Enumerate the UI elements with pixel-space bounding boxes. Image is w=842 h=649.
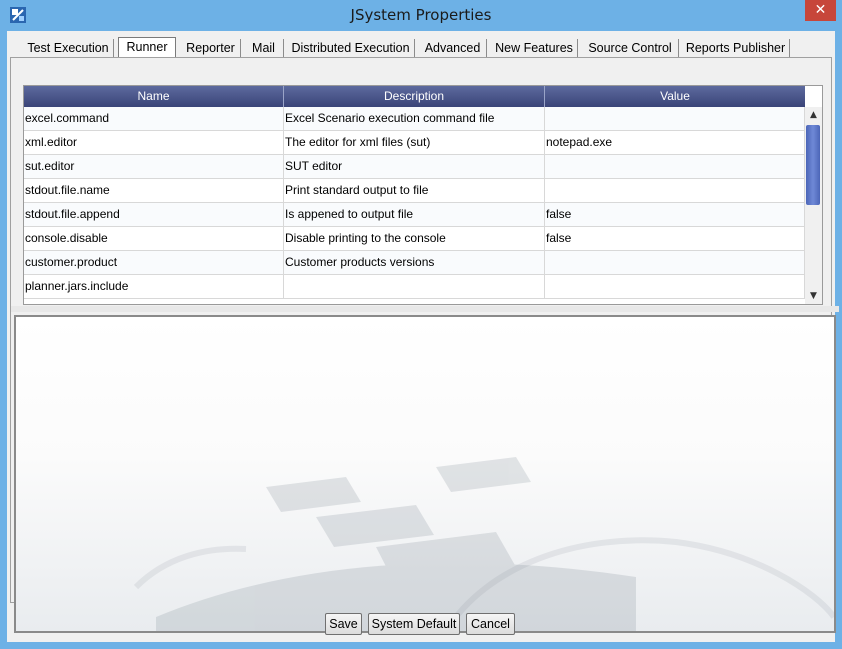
cell-name[interactable]: stdout.file.append bbox=[24, 203, 284, 226]
table-row[interactable]: console.disable Disable printing to the … bbox=[24, 227, 805, 251]
title-bar[interactable]: JSystem Properties ✕ bbox=[0, 0, 842, 31]
cell-value[interactable]: false bbox=[545, 227, 805, 250]
cell-value[interactable] bbox=[545, 107, 805, 130]
column-header-description[interactable]: Description bbox=[284, 86, 545, 107]
table-row[interactable]: planner.jars.include bbox=[24, 275, 805, 299]
client-area: Test Execution Runner Reporter Mail Dist… bbox=[7, 31, 839, 642]
cell-description[interactable]: SUT editor bbox=[284, 155, 545, 178]
table-row[interactable]: stdout.file.name Print standard output t… bbox=[24, 179, 805, 203]
properties-window: JSystem Properties ✕ Test Execution Runn… bbox=[0, 0, 842, 649]
tab-reporter[interactable]: Reporter bbox=[181, 39, 241, 57]
cell-value[interactable] bbox=[545, 251, 805, 274]
cell-description[interactable]: The editor for xml files (sut) bbox=[284, 131, 545, 154]
table-row[interactable]: sut.editor SUT editor bbox=[24, 155, 805, 179]
vertical-scrollbar[interactable]: ▲ ▼ bbox=[805, 107, 822, 304]
save-button[interactable]: Save bbox=[325, 613, 362, 635]
cell-value[interactable]: notepad.exe bbox=[545, 131, 805, 154]
tab-reports-publisher[interactable]: Reports Publisher bbox=[682, 39, 790, 57]
cell-name[interactable]: stdout.file.name bbox=[24, 179, 284, 202]
column-header-value[interactable]: Value bbox=[545, 86, 805, 107]
cell-value[interactable] bbox=[545, 179, 805, 202]
system-default-button[interactable]: System Default bbox=[368, 613, 460, 635]
properties-table: Name Description Value excel.command Exc… bbox=[23, 85, 823, 305]
cell-name[interactable]: customer.product bbox=[24, 251, 284, 274]
cell-name[interactable]: excel.command bbox=[24, 107, 284, 130]
cell-value[interactable] bbox=[545, 155, 805, 178]
table-row[interactable]: customer.product Customer products versi… bbox=[24, 251, 805, 275]
tab-new-features[interactable]: New Features bbox=[491, 39, 578, 57]
tab-source-control[interactable]: Source Control bbox=[582, 39, 679, 57]
pane-splitter[interactable] bbox=[11, 306, 839, 312]
scroll-up-icon[interactable]: ▲ bbox=[805, 107, 822, 123]
tab-mail[interactable]: Mail bbox=[244, 39, 284, 57]
cell-description[interactable]: Print standard output to file bbox=[284, 179, 545, 202]
details-pane bbox=[14, 315, 836, 633]
cancel-button[interactable]: Cancel bbox=[466, 613, 515, 635]
background-watermark-art bbox=[133, 457, 834, 631]
cell-description[interactable]: Customer products versions bbox=[284, 251, 545, 274]
table-row[interactable]: xml.editor The editor for xml files (sut… bbox=[24, 131, 805, 155]
close-button[interactable]: ✕ bbox=[805, 0, 836, 21]
runner-panel: Name Description Value excel.command Exc… bbox=[10, 57, 839, 633]
cell-description[interactable]: Is appened to output file bbox=[284, 203, 545, 226]
cell-name[interactable]: sut.editor bbox=[24, 155, 284, 178]
cell-name[interactable]: planner.jars.include bbox=[24, 275, 284, 298]
column-header-name[interactable]: Name bbox=[24, 86, 284, 107]
table-body: excel.command Excel Scenario execution c… bbox=[24, 107, 805, 299]
cell-description[interactable]: Disable printing to the console bbox=[284, 227, 545, 250]
tab-strip: Test Execution Runner Reporter Mail Dist… bbox=[11, 37, 831, 57]
scrollbar-thumb[interactable] bbox=[806, 125, 820, 205]
tab-distributed-execution[interactable]: Distributed Execution bbox=[287, 39, 415, 57]
tab-advanced[interactable]: Advanced bbox=[419, 39, 487, 57]
cell-value[interactable] bbox=[545, 275, 805, 298]
table-row[interactable]: excel.command Excel Scenario execution c… bbox=[24, 107, 805, 131]
cell-description[interactable]: Excel Scenario execution command file bbox=[284, 107, 545, 130]
scroll-down-icon[interactable]: ▼ bbox=[805, 288, 822, 304]
tab-test-execution[interactable]: Test Execution bbox=[23, 39, 114, 57]
table-header: Name Description Value bbox=[24, 86, 805, 107]
cell-description[interactable] bbox=[284, 275, 545, 298]
tab-runner[interactable]: Runner bbox=[118, 37, 176, 57]
cell-name[interactable]: console.disable bbox=[24, 227, 284, 250]
table-row[interactable]: stdout.file.append Is appened to output … bbox=[24, 203, 805, 227]
window-title: JSystem Properties bbox=[350, 6, 492, 24]
cell-name[interactable]: xml.editor bbox=[24, 131, 284, 154]
cell-value[interactable]: false bbox=[545, 203, 805, 226]
